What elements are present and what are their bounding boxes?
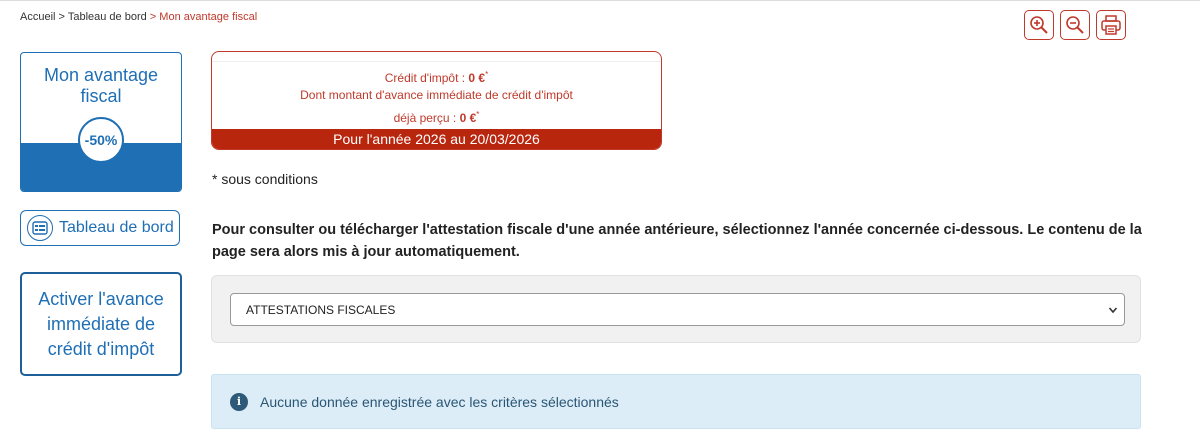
print-icon (1101, 15, 1121, 35)
zoom-out-button[interactable] (1060, 10, 1090, 40)
info-icon: i (230, 392, 248, 411)
breadcrumb-dashboard[interactable]: Tableau de bord (68, 11, 147, 23)
zoom-in-icon (1030, 16, 1048, 34)
credit-total-value: 0 € (468, 71, 486, 85)
breadcrumb-current: Mon avantage fiscal (159, 11, 258, 23)
select-panel: ATTESTATIONS FISCALES (211, 275, 1141, 343)
dashboard-icon (27, 215, 53, 241)
credit-line-advance: Dont montant d'avance immédiate de crédi… (300, 88, 573, 102)
credit-received-label: déjà perçu : (393, 111, 460, 125)
breadcrumb-separator: > (149, 11, 157, 23)
attestations-select-value: ATTESTATIONS FISCALES (246, 302, 396, 317)
discount-badge: -50% (78, 117, 124, 163)
credit-total-asterisk: * (485, 70, 489, 79)
breadcrumb-separator: > (58, 11, 65, 23)
avantage-card-title: Mon avantage fiscal (43, 65, 159, 106)
credit-summary-box: Crédit d'impôt : 0 €* Dont montant d'ava… (211, 51, 662, 150)
breadcrumb-home[interactable]: Accueil (20, 11, 55, 23)
toolbar (1024, 10, 1126, 40)
activer-avance-label: Activer l'avance immédiate de crédit d'i… (38, 288, 164, 359)
top-divider (0, 0, 1200, 1)
activer-avance-button[interactable]: Activer l'avance immédiate de crédit d'i… (20, 272, 182, 376)
conditions-note: * sous conditions (212, 171, 318, 187)
credit-total-label: Crédit d'impôt : (384, 71, 469, 85)
credit-received-value: 0 € (459, 111, 477, 125)
info-message: Aucune donnée enregistrée avec les critè… (260, 393, 619, 410)
dashboard-label: Tableau de bord (59, 219, 174, 236)
attestations-select[interactable]: ATTESTATIONS FISCALES (230, 293, 1125, 326)
chevron-down-icon (1108, 307, 1118, 314)
info-alert: i Aucune donnée enregistrée avec les cri… (211, 374, 1141, 429)
dashboard-button[interactable]: Tableau de bord (20, 210, 180, 246)
breadcrumb: Accueil > Tableau de bord > Mon avantage… (20, 11, 257, 23)
zoom-in-button[interactable] (1024, 10, 1054, 40)
credit-line-received: déjà perçu : 0 €* (212, 105, 661, 128)
instructions-text: Pour consulter ou télécharger l'attestat… (212, 222, 1142, 260)
credit-box-divider (212, 61, 661, 62)
zoom-out-icon (1066, 16, 1084, 34)
credit-period-footer: Pour l'année 2026 au 20/03/2026 (212, 129, 661, 149)
avantage-fiscal-card[interactable]: Mon avantage fiscal -50% (20, 52, 182, 192)
credit-received-asterisk: * (476, 110, 480, 119)
print-button[interactable] (1096, 10, 1126, 40)
